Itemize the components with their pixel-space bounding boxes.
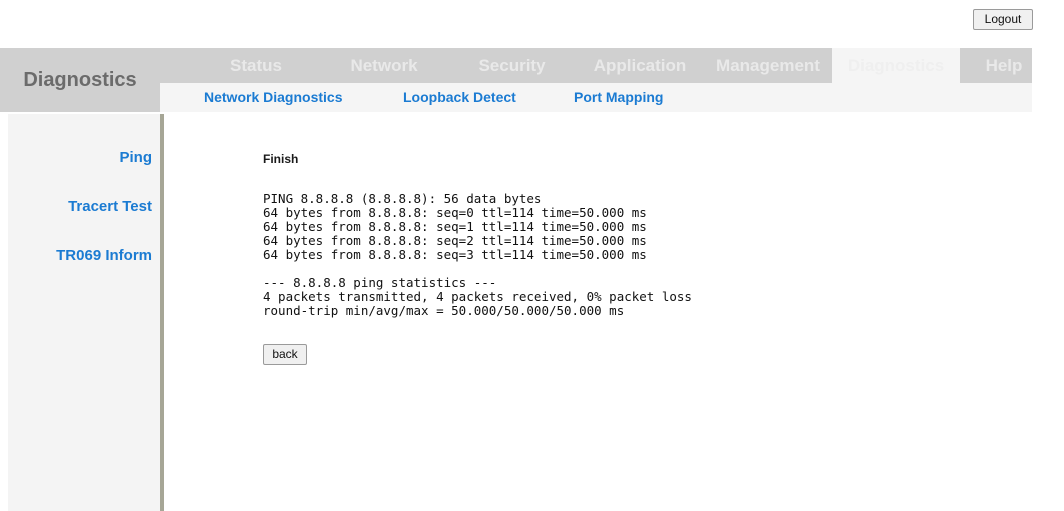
site-header: Diagnostics StatusNetworkSecurityApplica… — [0, 48, 1032, 112]
nav-item-status[interactable]: Status — [192, 48, 320, 83]
nav-item-management[interactable]: Management — [704, 48, 832, 83]
sidebar-item-tracert-test[interactable]: Tracert Test — [68, 198, 152, 216]
main-content: Finish PING 8.8.8.8 (8.8.8.8): 56 data b… — [164, 114, 1064, 511]
nav-item-application[interactable]: Application — [576, 48, 704, 83]
brand-block: Diagnostics — [0, 48, 160, 112]
back-button[interactable]: back — [263, 344, 307, 365]
logout-button[interactable]: Logout — [973, 9, 1033, 30]
page-title: Diagnostics — [0, 48, 160, 112]
ping-output-text: PING 8.8.8.8 (8.8.8.8): 56 data bytes 64… — [263, 192, 692, 318]
sidebar-item-ping[interactable]: Ping — [120, 149, 153, 167]
main-nav: StatusNetworkSecurityApplicationManageme… — [160, 48, 1032, 83]
sub-nav: Network Diagnostics Loopback Detect Port M… — [160, 83, 1032, 112]
subnav-item-loopback-detect[interactable]: Loopback Detect — [403, 83, 516, 112]
subnav-item-port-mapping[interactable]: Port Mapping — [574, 83, 663, 112]
finish-label: Finish — [263, 152, 298, 166]
nav-item-network[interactable]: Network — [320, 48, 448, 83]
nav-item-security[interactable]: Security — [448, 48, 576, 83]
top-bar: Logout — [0, 0, 1064, 40]
nav-item-diagnostics[interactable]: Diagnostics — [832, 48, 960, 83]
sidebar-item-tr069-inform[interactable]: TR069 Inform — [56, 247, 152, 265]
nav-item-help[interactable]: Help — [960, 48, 1048, 83]
sidebar: Ping Tracert Test TR069 Inform — [8, 114, 164, 511]
subnav-item-network-diagnostics[interactable]: Network Diagnostics — [204, 83, 342, 112]
